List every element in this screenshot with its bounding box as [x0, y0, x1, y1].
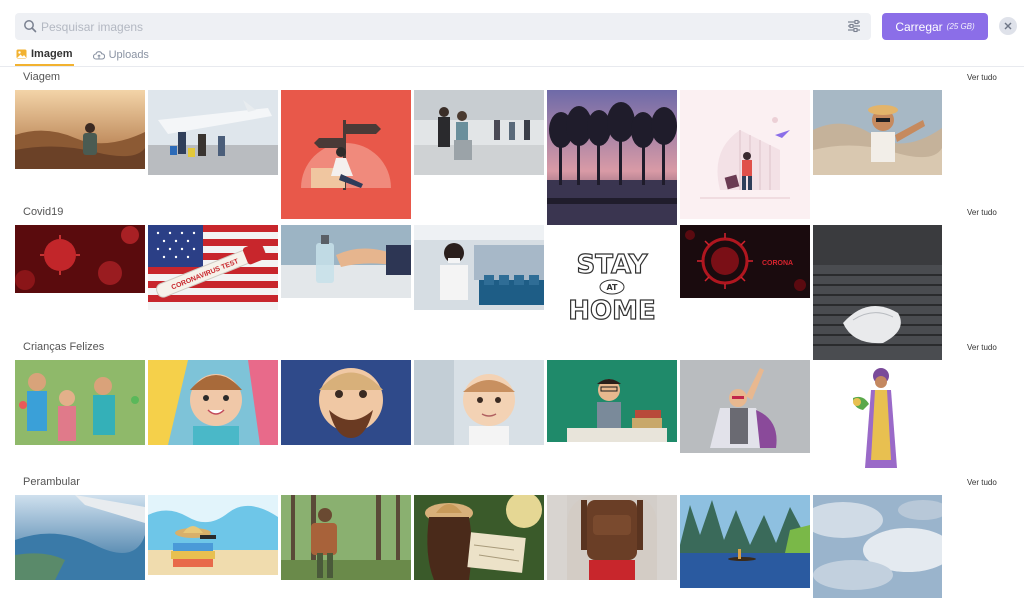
tab-imagem[interactable]: Imagem	[15, 44, 74, 66]
image-thumbnail[interactable]	[813, 90, 942, 175]
media-tabs: Imagem Uploads	[15, 44, 150, 66]
image-thumbnail[interactable]	[547, 90, 677, 225]
close-button[interactable]	[999, 17, 1017, 35]
image-thumbnail[interactable]	[281, 225, 411, 298]
image-thumbnail[interactable]	[680, 360, 810, 453]
section-title-viagem: Viagem	[23, 71, 61, 83]
image-thumbnail[interactable]	[15, 90, 145, 169]
image-thumbnail[interactable]	[680, 495, 810, 588]
image-thumbnail[interactable]	[813, 225, 942, 360]
see-all-link-viagem[interactable]: Ver tudo	[967, 73, 997, 82]
image-icon	[16, 49, 27, 59]
image-thumbnail[interactable]	[281, 90, 411, 219]
image-thumbnail[interactable]	[15, 360, 145, 445]
stay-text: STAY	[577, 250, 649, 280]
close-icon	[1004, 22, 1012, 30]
image-thumbnail[interactable]	[148, 495, 278, 575]
tab-divider	[0, 66, 1024, 67]
image-thumbnail[interactable]	[281, 360, 411, 445]
image-thumbnail[interactable]	[414, 225, 544, 310]
section-title-covid19: Covid19	[23, 206, 64, 218]
image-thumbnail[interactable]	[15, 225, 145, 293]
image-thumbnail[interactable]	[414, 360, 544, 445]
see-all-link-perambular[interactable]: Ver tudo	[967, 478, 997, 487]
see-all-link-criancas-felizes[interactable]: Ver tudo	[967, 343, 997, 352]
corona-text: CORONA	[762, 260, 793, 267]
image-thumbnail[interactable]: CORONA	[680, 225, 810, 298]
image-thumbnail[interactable]	[547, 360, 677, 442]
image-thumbnail[interactable]	[281, 495, 411, 580]
image-thumbnail[interactable]	[680, 90, 810, 219]
upload-button[interactable]: Carregar (25 GB)	[882, 13, 988, 40]
section-title-criancas-felizes: Crianças Felizes	[23, 341, 105, 353]
filter-settings-icon[interactable]	[847, 19, 861, 33]
tab-uploads-label: Uploads	[108, 49, 149, 61]
search-bar	[15, 13, 871, 40]
search-icon	[24, 20, 37, 33]
section-title-perambular: Perambular	[23, 476, 80, 488]
image-thumbnail[interactable]	[813, 495, 942, 598]
search-input[interactable]	[41, 13, 831, 40]
at-text: AT	[606, 283, 618, 292]
image-thumbnail[interactable]	[148, 360, 278, 445]
home-text: HOME	[568, 296, 656, 326]
image-thumbnail[interactable]	[813, 360, 942, 470]
storage-quota: (25 GB)	[946, 22, 975, 31]
see-all-link-covid19[interactable]: Ver tudo	[967, 208, 997, 217]
upload-button-label: Carregar	[895, 19, 943, 34]
tab-uploads[interactable]: Uploads	[92, 44, 150, 66]
image-thumbnail[interactable]	[414, 495, 544, 580]
image-thumbnail[interactable]	[414, 90, 544, 175]
image-thumbnail[interactable]: CORONAVIRUS TEST	[148, 225, 278, 310]
image-thumbnail[interactable]	[547, 495, 677, 580]
image-thumbnail[interactable]	[148, 90, 278, 175]
cloud-icon	[92, 50, 105, 60]
image-thumbnail[interactable]	[15, 495, 145, 580]
image-thumbnail[interactable]: STAY AT HOME	[547, 225, 677, 327]
tab-imagem-label: Imagem	[31, 48, 73, 60]
